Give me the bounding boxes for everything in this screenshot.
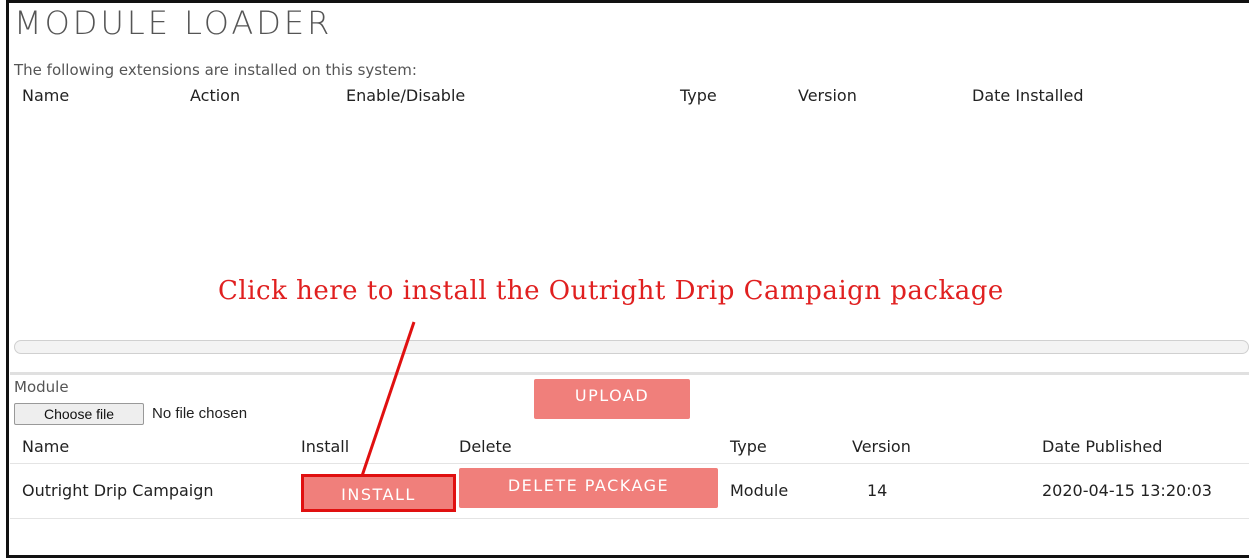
choose-file-button[interactable]: Choose file <box>14 403 144 425</box>
package-col-type: Type <box>730 437 767 456</box>
installed-col-action: Action <box>190 86 241 105</box>
installed-col-date-installed: Date Installed <box>972 86 1084 105</box>
installed-intro-text: The following extensions are installed o… <box>14 61 417 79</box>
package-name-cell: Outright Drip Campaign <box>22 481 214 500</box>
installed-col-version: Version <box>798 86 857 105</box>
installed-col-enable-disable: Enable/Disable <box>346 86 466 105</box>
file-status-text: No file chosen <box>152 405 248 422</box>
package-date-cell: 2020-04-15 13:20:03 <box>1042 481 1212 500</box>
page-title: MODULE LOADER <box>14 4 333 42</box>
package-version-cell: 14 <box>867 481 888 500</box>
installed-col-name: Name <box>22 86 70 105</box>
package-col-date-published: Date Published <box>1042 437 1163 456</box>
delete-package-button[interactable]: DELETE PACKAGE <box>459 468 718 508</box>
package-col-delete: Delete <box>459 437 512 456</box>
package-col-version: Version <box>852 437 911 456</box>
installed-col-type: Type <box>680 86 717 105</box>
install-instruction-annotation: Click here to install the Outright Drip … <box>218 276 1004 306</box>
package-col-name: Name <box>22 437 70 456</box>
package-col-install: Install <box>301 437 350 456</box>
horizontal-scrollbar[interactable] <box>14 340 1249 354</box>
module-upload-label: Module <box>14 378 69 396</box>
section-divider <box>10 372 1249 375</box>
package-type-cell: Module <box>730 481 789 500</box>
package-header-divider <box>10 463 1249 464</box>
package-table-header: Name Install Delete Type Version Date Pu… <box>0 437 1249 461</box>
installed-table-header: Name Action Enable/Disable Type Version … <box>0 86 1249 110</box>
upload-button[interactable]: UPLOAD <box>534 379 690 419</box>
install-button[interactable]: INSTALL <box>301 474 456 512</box>
